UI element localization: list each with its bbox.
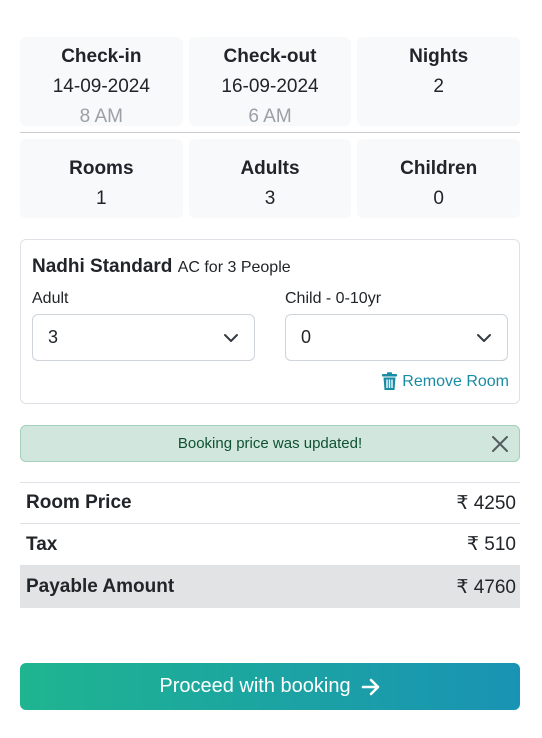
checkout-time: 6 AM bbox=[248, 106, 292, 127]
tax-row: Tax ₹ 510 bbox=[20, 524, 520, 566]
checkin-time: 8 AM bbox=[79, 106, 123, 127]
checkin-label: Check-in bbox=[61, 46, 142, 67]
checkout-card: Check-out 16-09-2024 6 AM bbox=[188, 37, 352, 127]
price-updated-alert: Booking price was updated! bbox=[20, 425, 520, 462]
rooms-card: Rooms 1 bbox=[20, 139, 183, 218]
nights-label: Nights bbox=[409, 46, 469, 67]
checkout-date: 16-09-2024 bbox=[221, 76, 319, 97]
payable-label: Payable Amount bbox=[26, 576, 175, 597]
occupancy-row: Rooms 1 Adults 3 Children 0 bbox=[20, 139, 521, 218]
price-table: Room Price ₹ 4250 Tax ₹ 510 Payable Amou… bbox=[20, 482, 520, 608]
payable-row: Payable Amount ₹ 4760 bbox=[20, 566, 520, 608]
child-select[interactable]: 0 bbox=[285, 314, 508, 361]
tax-value: ₹ 510 bbox=[466, 534, 516, 555]
chevron-down-icon bbox=[224, 333, 238, 342]
checkout-label: Check-out bbox=[223, 46, 317, 67]
nights-value: 2 bbox=[433, 76, 444, 97]
room-name: Nadhi Standard bbox=[32, 256, 173, 277]
children-value: 0 bbox=[433, 188, 444, 209]
booking-summary: Check-in 14-09-2024 8 AM Check-out 16-09… bbox=[20, 37, 521, 608]
nights-card: Nights 2 bbox=[357, 37, 521, 126]
proceed-label: Proceed with booking bbox=[159, 675, 351, 697]
adult-select[interactable]: 3 bbox=[32, 314, 255, 361]
room-price-value: ₹ 4250 bbox=[456, 492, 516, 514]
alert-message: Booking price was updated! bbox=[177, 435, 363, 452]
info-divider bbox=[20, 132, 520, 133]
arrow-right-icon bbox=[361, 678, 379, 695]
checkin-card: Check-in 14-09-2024 8 AM bbox=[20, 37, 183, 127]
child-label: Child - 0-10yr bbox=[285, 290, 382, 307]
rooms-value: 1 bbox=[96, 188, 107, 209]
room-price-row: Room Price ₹ 4250 bbox=[20, 483, 520, 524]
adult-label: Adult bbox=[32, 290, 69, 307]
chevron-down-icon bbox=[477, 333, 491, 342]
remove-room-button[interactable]: Remove Room bbox=[381, 372, 509, 391]
checkin-date: 14-09-2024 bbox=[52, 76, 150, 97]
tax-label: Tax bbox=[26, 533, 58, 555]
adult-select-value: 3 bbox=[48, 327, 59, 347]
child-select-value: 0 bbox=[301, 327, 312, 347]
children-card: Children 0 bbox=[357, 139, 521, 218]
adult-field: Adult 3 bbox=[32, 289, 255, 361]
adults-value: 3 bbox=[264, 188, 276, 209]
rooms-label: Rooms bbox=[69, 158, 134, 179]
room-card: Nadhi Standard AC for 3 People Adult 3 C… bbox=[20, 239, 520, 404]
room-fields: Adult 3 Child - 0-10yr 0 bbox=[32, 289, 508, 361]
room-description: AC for 3 People bbox=[177, 259, 291, 276]
adults-card: Adults 3 bbox=[188, 139, 352, 218]
child-field: Child - 0-10yr 0 bbox=[285, 289, 508, 361]
room-heading: Nadhi Standard AC for 3 People bbox=[32, 255, 508, 280]
children-label: Children bbox=[400, 158, 478, 179]
payable-value: ₹ 4760 bbox=[456, 576, 516, 598]
proceed-button[interactable]: Proceed with booking bbox=[20, 663, 520, 710]
room-price-label: Room Price bbox=[26, 492, 132, 513]
stay-info-row: Check-in 14-09-2024 8 AM Check-out 16-09… bbox=[20, 37, 521, 127]
adults-label: Adults bbox=[240, 158, 300, 179]
remove-room-label: Remove Room bbox=[402, 372, 509, 390]
trash-icon bbox=[382, 372, 398, 390]
close-icon[interactable] bbox=[491, 435, 509, 453]
